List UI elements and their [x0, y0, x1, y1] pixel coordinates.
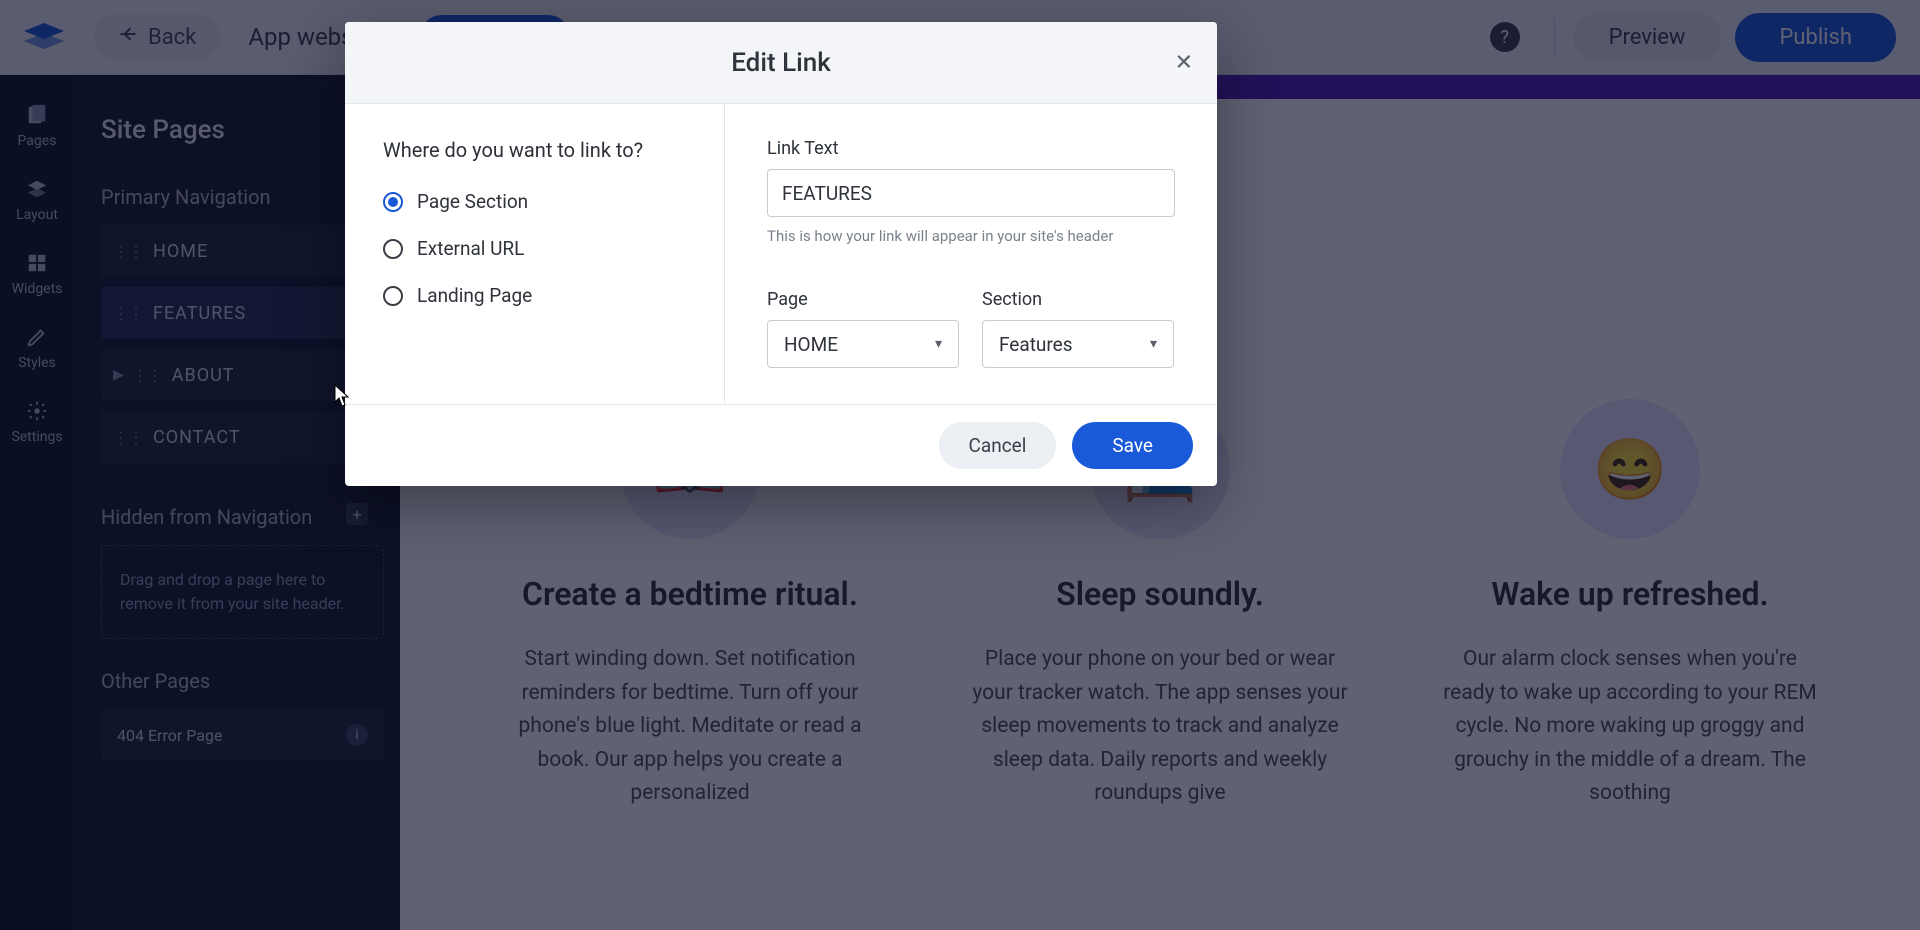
modal-header: Edit Link ✕	[345, 22, 1217, 104]
page-select-value: HOME	[784, 333, 838, 356]
page-select[interactable]: HOME ▾	[767, 320, 959, 368]
section-select-label: Section	[982, 289, 1175, 310]
radio-icon	[383, 192, 403, 212]
radio-landing-page[interactable]: Landing Page	[383, 284, 686, 307]
chevron-down-icon: ▾	[935, 336, 942, 352]
link-text-input[interactable]	[767, 169, 1175, 217]
radio-external-url[interactable]: External URL	[383, 237, 686, 260]
link-target-question: Where do you want to link to?	[383, 138, 686, 162]
link-text-label: Link Text	[767, 138, 1175, 159]
section-select[interactable]: Features ▾	[982, 320, 1174, 368]
modal-footer: Cancel Save	[345, 404, 1217, 486]
section-select-value: Features	[999, 333, 1073, 356]
modal-title: Edit Link	[731, 48, 831, 78]
chevron-down-icon: ▾	[1150, 336, 1157, 352]
link-text-hint: This is how your link will appear in you…	[767, 227, 1175, 245]
link-settings-panel: Link Text This is how your link will app…	[725, 104, 1217, 404]
link-target-panel: Where do you want to link to? Page Secti…	[345, 104, 725, 404]
radio-icon	[383, 239, 403, 259]
cancel-button[interactable]: Cancel	[939, 422, 1057, 469]
save-button[interactable]: Save	[1072, 422, 1193, 469]
page-select-label: Page	[767, 289, 960, 310]
radio-page-section[interactable]: Page Section	[383, 190, 686, 213]
radio-icon	[383, 286, 403, 306]
radio-label: Page Section	[417, 190, 528, 213]
close-icon[interactable]: ✕	[1175, 50, 1193, 75]
radio-label: External URL	[417, 237, 524, 260]
edit-link-modal: Edit Link ✕ Where do you want to link to…	[345, 22, 1217, 486]
radio-label: Landing Page	[417, 284, 532, 307]
